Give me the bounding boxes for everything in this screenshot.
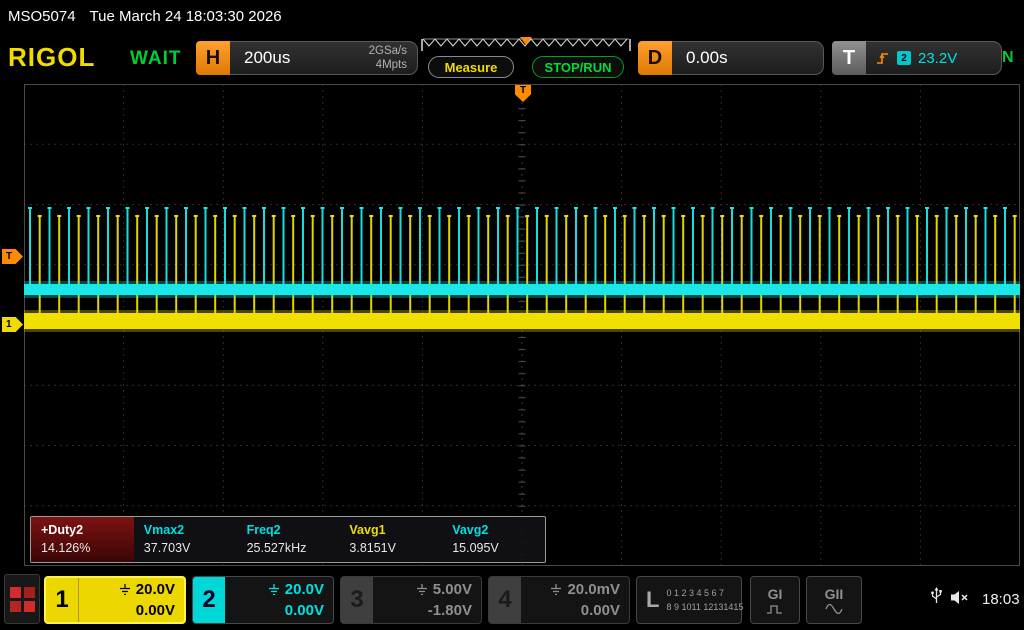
channel-4-box[interactable]: 4 20.0mV 0.00V (488, 576, 630, 624)
measurement-value: 3.8151V (349, 541, 442, 555)
ground-coupling-icon (416, 584, 428, 595)
channel-3-box[interactable]: 3 5.00V -1.80V (340, 576, 482, 624)
channel-4-number: 4 (489, 577, 521, 623)
channel-3-scale: 5.00V (433, 579, 472, 600)
measurement-duty2[interactable]: +Duty2 14.126% (31, 517, 134, 562)
trigger-mode: N (1002, 49, 1014, 67)
logic-channels-box[interactable]: L 0 1 2 3 4 5 6 7 8 9 1011 12131415 (636, 576, 742, 624)
acquisition-status: WAIT (130, 48, 182, 70)
channel-1-scale: 20.0V (136, 579, 175, 600)
logic-channel-list: 0 1 2 3 4 5 6 7 8 9 1011 12131415 (666, 586, 743, 615)
logic-row-1: 0 1 2 3 4 5 6 7 (666, 588, 724, 598)
trigger-control[interactable]: T 2 23.2V (832, 41, 1002, 75)
trigger-box[interactable]: 2 23.2V (866, 41, 1002, 75)
measurement-value: 14.126% (41, 541, 134, 555)
delay-value: 0.00s (686, 48, 728, 68)
timebase-value: 200us (244, 48, 290, 68)
waveform-position-strip[interactable] (420, 36, 632, 54)
generator-2-label: GII (825, 586, 844, 602)
speaker-muted-icon (950, 590, 970, 610)
measurement-label: +Duty2 (41, 523, 134, 537)
measurement-label: Vavg2 (452, 523, 545, 537)
delay-badge: D (638, 41, 672, 75)
sine-wave-icon (825, 604, 843, 614)
top-info-bar: MSO5074 Tue March 24 18:03:30 2026 (0, 0, 1024, 32)
menu-icon (10, 587, 21, 598)
usb-icon (930, 587, 943, 612)
channel-4-offset: 0.00V (581, 600, 620, 621)
trigger-badge: T (832, 41, 866, 75)
logic-row-2: 8 9 1011 12131415 (666, 602, 743, 612)
timebase-box[interactable]: 200us 2GSa/s 4Mpts (230, 41, 418, 75)
channel-1-offset: 0.00V (136, 600, 175, 621)
measurement-vavg2[interactable]: Vavg2 15.095V (442, 517, 545, 562)
measurement-value: 25.527kHz (247, 541, 340, 555)
trigger-level-value: 23.2V (918, 50, 957, 67)
acquisition-info: 2GSa/s 4Mpts (369, 44, 407, 73)
sample-rate: 2GSa/s (369, 45, 407, 57)
delay-box[interactable]: 0.00s (672, 41, 824, 75)
generator-1-box[interactable]: GI (750, 576, 800, 624)
menu-icon (24, 587, 35, 598)
ground-coupling-icon (268, 584, 280, 595)
trigger-slope-icon (875, 51, 890, 66)
measure-button[interactable]: Measure (428, 56, 514, 78)
menu-icon (10, 601, 21, 612)
ground-coupling-icon (119, 584, 131, 595)
measurement-label: Vavg1 (349, 523, 442, 537)
measurement-panel: +Duty2 14.126% Vmax2 37.703V Freq2 25.52… (30, 516, 546, 563)
delay-control[interactable]: D 0.00s (638, 41, 824, 75)
channel-2-scale: 20.0V (285, 579, 324, 600)
channel-3-offset: -1.80V (428, 600, 472, 621)
channel-2-number: 2 (193, 577, 225, 623)
measurement-vmax2[interactable]: Vmax2 37.703V (134, 517, 237, 562)
measurement-value: 37.703V (144, 541, 237, 555)
model-name: MSO5074 (8, 8, 76, 25)
channel1-offset-marker[interactable]: 1 (2, 317, 23, 332)
channel-2-offset: 0.00V (285, 600, 324, 621)
trigger-level-marker[interactable]: T (2, 249, 23, 264)
graticule: T (24, 84, 1020, 566)
channel-1-box[interactable]: 1 20.0V 0.00V (44, 576, 186, 624)
measurement-freq2[interactable]: Freq2 25.527kHz (237, 517, 340, 562)
pulse-wave-icon (766, 604, 784, 614)
measurement-label: Vmax2 (144, 523, 237, 537)
ground-coupling-icon (550, 584, 562, 595)
generator-2-box[interactable]: GII (806, 576, 862, 624)
horizontal-badge: H (196, 41, 230, 75)
channel-3-number: 3 (341, 577, 373, 623)
channel-2-box[interactable]: 2 20.0V 0.00V (192, 576, 334, 624)
memory-depth: 4Mpts (376, 59, 407, 71)
datetime: Tue March 24 18:03:30 2026 (90, 8, 282, 25)
menu-icon (24, 601, 35, 612)
trigger-source-chip: 2 (897, 51, 911, 65)
logic-label: L (637, 587, 666, 613)
rigol-logo: RIGOL (8, 42, 95, 73)
channel-4-scale: 20.0mV (567, 579, 620, 600)
channel-1-number: 1 (46, 578, 79, 622)
measurement-vavg1[interactable]: Vavg1 3.8151V (339, 517, 442, 562)
generator-1-label: GI (768, 586, 783, 602)
measurement-value: 15.095V (452, 541, 545, 555)
measurement-label: Freq2 (247, 523, 340, 537)
menu-button[interactable] (4, 574, 40, 624)
system-time: 18:03 (982, 591, 1020, 608)
horizontal-control[interactable]: H 200us 2GSa/s 4Mpts (196, 41, 418, 75)
stop-run-button[interactable]: STOP/RUN (532, 56, 624, 78)
